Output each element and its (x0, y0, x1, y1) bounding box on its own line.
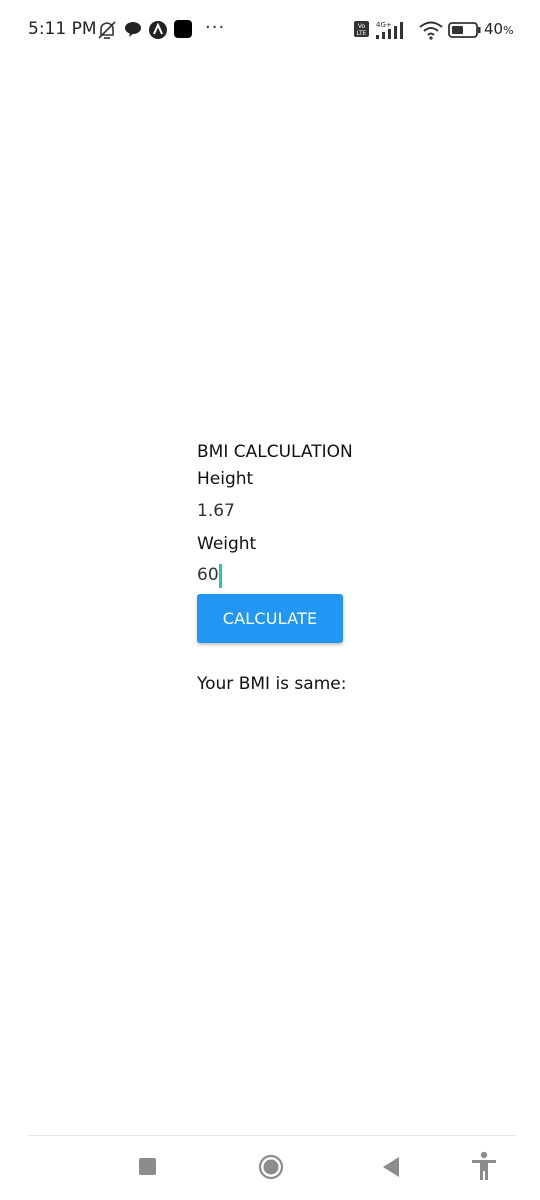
nav-divider (28, 1135, 516, 1136)
calculate-button[interactable]: CALCULATE (197, 594, 343, 643)
bmi-result-text: Your BMI is same: (197, 674, 347, 694)
svg-text:Vo: Vo (358, 23, 366, 30)
signal-icon: 4G+ (376, 21, 403, 39)
weight-input[interactable]: 60 (197, 565, 219, 585)
app-black-square-icon (174, 20, 192, 38)
height-label: Height (197, 469, 254, 489)
svg-text:LTE: LTE (357, 30, 367, 37)
accessibility-icon[interactable] (470, 1151, 498, 1181)
recents-square-icon[interactable] (139, 1158, 156, 1175)
home-circle-icon[interactable] (258, 1154, 284, 1180)
page-title: BMI CALCULATION (197, 442, 353, 462)
battery-percent: 40% (484, 20, 514, 38)
muted-bell-icon (98, 21, 116, 39)
wifi-icon (419, 21, 443, 40)
back-triangle-icon[interactable] (381, 1156, 401, 1178)
text-cursor (219, 564, 222, 588)
battery-icon (448, 22, 481, 38)
status-time: 5:11 PM (28, 19, 97, 39)
height-input[interactable]: 1.67 (197, 501, 235, 521)
weight-label: Weight (197, 534, 257, 554)
volte-icon: Vo LTE (354, 21, 369, 37)
status-bar: 5:11 PM ··· Vo LTE 4G+ 40% (0, 0, 540, 60)
svg-text:4G+: 4G+ (376, 21, 392, 29)
more-dots-icon: ··· (205, 17, 226, 38)
chat-bubble-icon (125, 22, 141, 37)
app-lambda-icon (149, 21, 167, 39)
